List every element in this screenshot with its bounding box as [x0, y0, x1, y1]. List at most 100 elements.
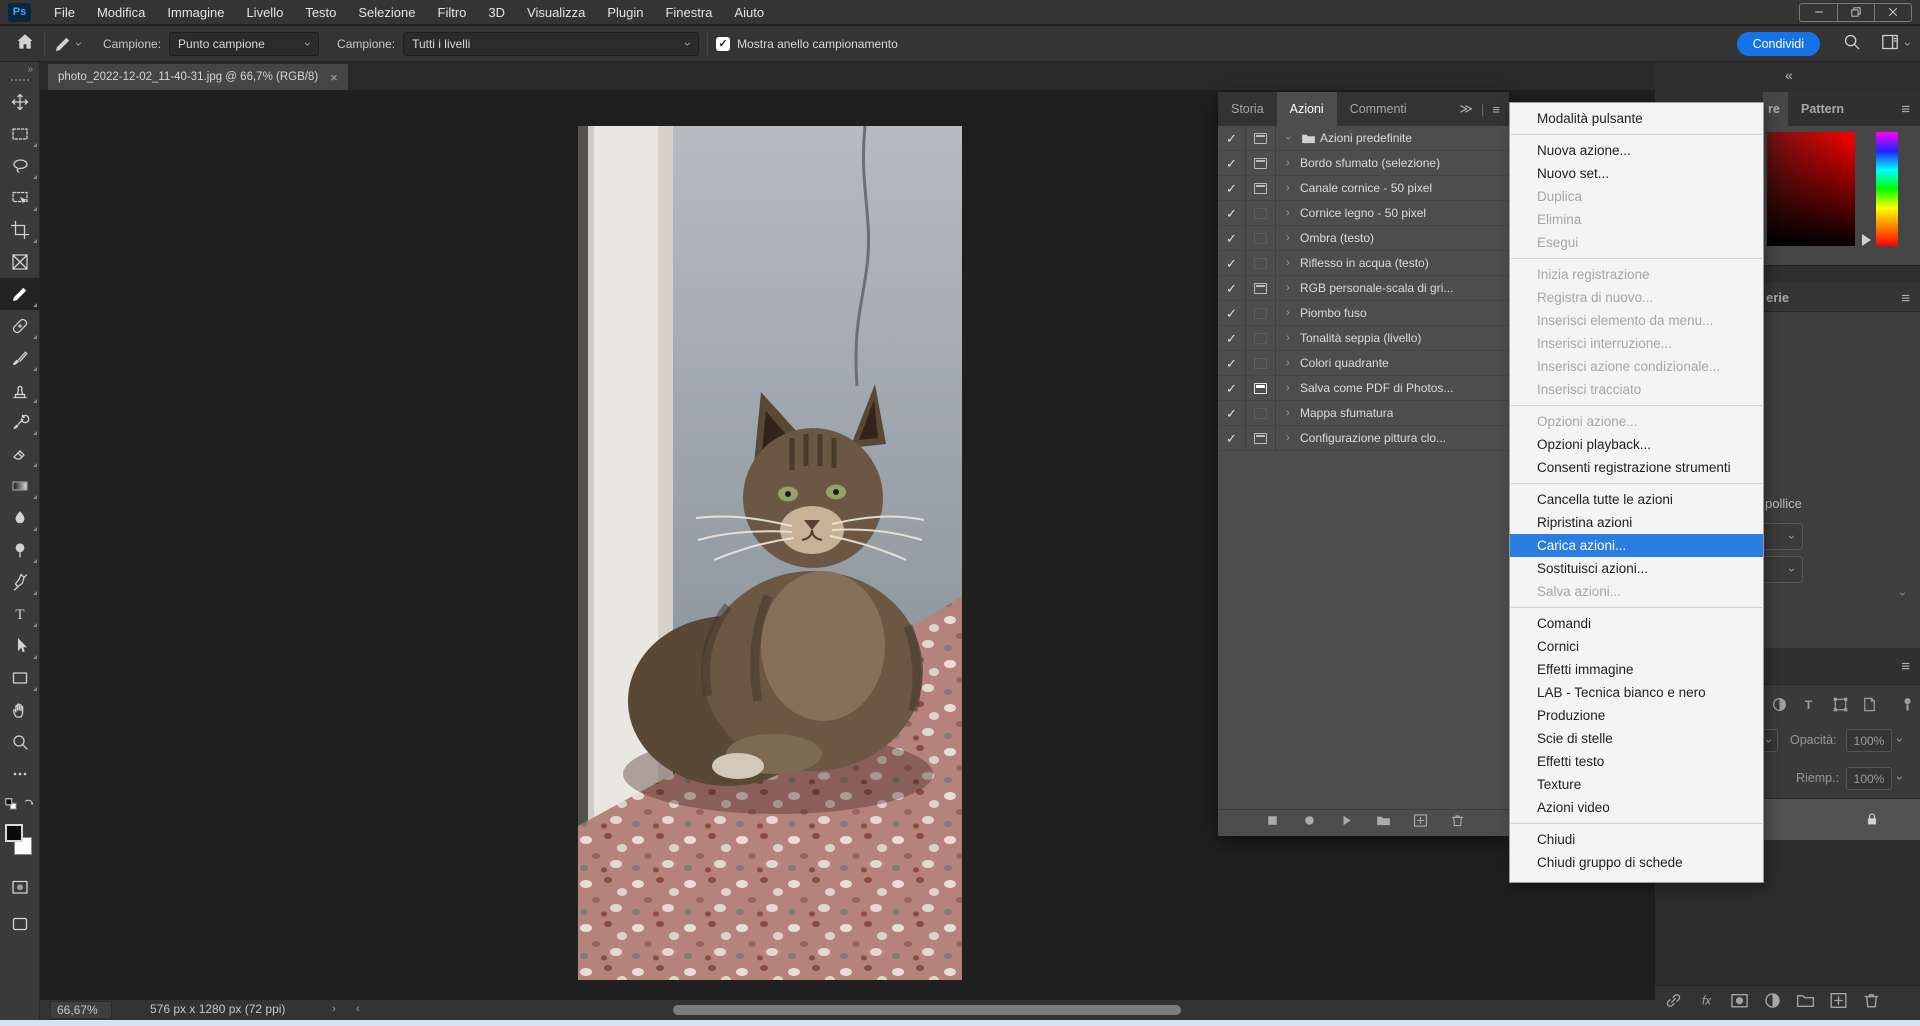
action-row[interactable]: ✓›Configurazione pittura clo...: [1218, 426, 1509, 451]
action-include-checkbox[interactable]: ✓: [1218, 176, 1246, 200]
expander-icon[interactable]: ›: [1276, 132, 1300, 144]
sample-layers-dropdown[interactable]: Tutti i livelli ›: [403, 32, 699, 56]
menu-item-carica-azioni[interactable]: Carica azioni...: [1510, 534, 1763, 557]
saturation-brightness-square[interactable]: [1767, 132, 1855, 246]
tab-pattern[interactable]: Pattern: [1801, 92, 1844, 126]
panel-menu-icon[interactable]: ≡: [1901, 101, 1910, 118]
action-row[interactable]: ✓›RGB personale-scala di gri...: [1218, 276, 1509, 301]
swap-colors-icon[interactable]: [21, 796, 37, 817]
menu-item-opzioni-playback[interactable]: Opzioni playback...: [1510, 433, 1763, 456]
tool-gradient[interactable]: [0, 470, 40, 502]
action-dialog-toggle[interactable]: [1246, 226, 1276, 250]
action-include-checkbox[interactable]: ✓: [1218, 126, 1246, 150]
tool-edit-toolbar[interactable]: [0, 758, 40, 790]
action-name[interactable]: Mappa sfumatura: [1300, 406, 1393, 420]
show-sampling-ring-checkbox[interactable]: ✓: [716, 37, 730, 51]
action-dialog-toggle[interactable]: [1246, 151, 1276, 175]
action-set-row[interactable]: ✓ › Azioni predefinite: [1218, 126, 1509, 151]
tool-spot-healing[interactable]: [0, 310, 40, 342]
chevron-down-icon[interactable]: ›: [1894, 776, 1906, 780]
action-name[interactable]: Azioni predefinite: [1320, 131, 1412, 145]
menu-selezione[interactable]: Selezione: [347, 0, 426, 25]
menu-aiuto[interactable]: Aiuto: [723, 0, 775, 25]
expander-icon[interactable]: ›: [1276, 432, 1300, 444]
action-dialog-toggle[interactable]: [1246, 326, 1276, 350]
menu-item-consenti-registrazione-strumenti[interactable]: Consenti registrazione strumenti: [1510, 456, 1763, 479]
menu-immagine[interactable]: Immagine: [156, 0, 235, 25]
tool-eyedropper[interactable]: [0, 278, 40, 310]
action-name[interactable]: Cornice legno - 50 pixel: [1300, 206, 1426, 220]
tool-brush[interactable]: [0, 342, 40, 374]
action-row[interactable]: ✓ ›Cornice legno - 50 pixel: [1218, 201, 1509, 226]
expander-icon[interactable]: ›: [1276, 307, 1300, 319]
fill-value[interactable]: 100%: [1846, 767, 1892, 790]
horizontal-scrollbar-thumb[interactable]: [673, 1005, 1181, 1015]
zoom-level-field[interactable]: 66,67%: [50, 1001, 112, 1019]
dock-collapse-icon[interactable]: «: [1785, 67, 1792, 83]
action-dialog-toggle[interactable]: [1246, 176, 1276, 200]
menu-livello[interactable]: Livello: [235, 0, 294, 25]
stop-icon[interactable]: [1264, 812, 1281, 834]
default-colors-icon[interactable]: [3, 796, 19, 817]
search-icon[interactable]: [1842, 32, 1862, 55]
menu-visualizza[interactable]: Visualizza: [516, 0, 596, 25]
action-row[interactable]: ✓ ›Mappa sfumatura: [1218, 401, 1509, 426]
new-layer-icon[interactable]: [1828, 990, 1849, 1016]
tool-eraser[interactable]: [0, 438, 40, 470]
action-dialog-toggle[interactable]: [1246, 201, 1276, 225]
current-tool-eyedropper-icon[interactable]: ›: [53, 34, 81, 54]
action-name[interactable]: Tonalità seppia (livello): [1300, 331, 1421, 345]
menu-item-effetti-immagine[interactable]: Effetti immagine: [1510, 658, 1763, 681]
tab-librerie-partial[interactable]: erie: [1766, 283, 1789, 312]
tool-object-selection[interactable]: [0, 182, 40, 214]
action-include-checkbox[interactable]: ✓: [1218, 301, 1246, 325]
menu-item-texture[interactable]: Texture: [1510, 773, 1763, 796]
menu-item-chiudi-gruppo-di-schede[interactable]: Chiudi gruppo di schede: [1510, 851, 1763, 874]
action-include-checkbox[interactable]: ✓: [1218, 201, 1246, 225]
delete-icon[interactable]: [1861, 990, 1882, 1016]
restore-button[interactable]: [1837, 4, 1874, 21]
action-dialog-toggle[interactable]: [1246, 276, 1276, 300]
chevron-down-icon[interactable]: ›: [1894, 738, 1906, 742]
action-include-checkbox[interactable]: ✓: [1218, 151, 1246, 175]
action-include-checkbox[interactable]: ✓: [1218, 401, 1246, 425]
tab-azioni[interactable]: Azioni: [1277, 92, 1337, 126]
menu-file[interactable]: File: [43, 0, 86, 25]
menu-testo[interactable]: Testo: [294, 0, 347, 25]
menu-filtro[interactable]: Filtro: [427, 0, 478, 25]
menu-item-lab-tecnica-bianco-e-nero[interactable]: LAB - Tecnica bianco e nero: [1510, 681, 1763, 704]
panel-menu-icon[interactable]: ≡: [1901, 290, 1910, 307]
hue-slider-icon[interactable]: [1862, 234, 1871, 246]
toolbar-grip[interactable]: [11, 79, 29, 82]
screen-mode-icon[interactable]: [10, 914, 30, 939]
tool-hand[interactable]: [0, 694, 40, 726]
action-row[interactable]: ✓›Ombra (testo): [1218, 226, 1509, 251]
menu-item-nuovo-set[interactable]: Nuovo set...: [1510, 162, 1763, 185]
expander-icon[interactable]: ›: [1276, 332, 1300, 344]
tool-type[interactable]: T: [0, 598, 40, 630]
status-expander-icon[interactable]: ›: [332, 1003, 336, 1015]
tab-commenti[interactable]: Commenti: [1337, 92, 1420, 126]
toolbar-collapse-icon[interactable]: »: [0, 62, 39, 78]
tool-lasso[interactable]: [0, 150, 40, 182]
horizontal-scrollbar[interactable]: [370, 1004, 1500, 1016]
chevron-down-icon[interactable]: ›: [1902, 42, 1914, 46]
expander-icon[interactable]: ›: [1276, 407, 1300, 419]
action-include-checkbox[interactable]: ✓: [1218, 276, 1246, 300]
close-tab-icon[interactable]: ×: [330, 70, 338, 85]
menu-item-azioni-video[interactable]: Azioni video: [1510, 796, 1763, 819]
action-name[interactable]: Canale cornice - 50 pixel: [1300, 181, 1432, 195]
home-icon[interactable]: [14, 31, 36, 56]
tool-history-brush[interactable]: [0, 406, 40, 438]
action-dialog-toggle[interactable]: [1246, 351, 1276, 375]
fx-icon[interactable]: fx: [1696, 990, 1717, 1016]
expander-icon[interactable]: ›: [1276, 207, 1300, 219]
action-row[interactable]: ✓›Riflesso in acqua (testo): [1218, 251, 1509, 276]
menu-item-produzione[interactable]: Produzione: [1510, 704, 1763, 727]
menu-item-ripristina-azioni[interactable]: Ripristina azioni: [1510, 511, 1763, 534]
quick-mask-icon[interactable]: [10, 877, 30, 902]
menu-item-nuova-azione[interactable]: Nuova azione...: [1510, 139, 1763, 162]
action-dialog-toggle[interactable]: [1246, 251, 1276, 275]
delete-icon[interactable]: [1449, 812, 1466, 834]
expander-icon[interactable]: ›: [1276, 157, 1300, 169]
